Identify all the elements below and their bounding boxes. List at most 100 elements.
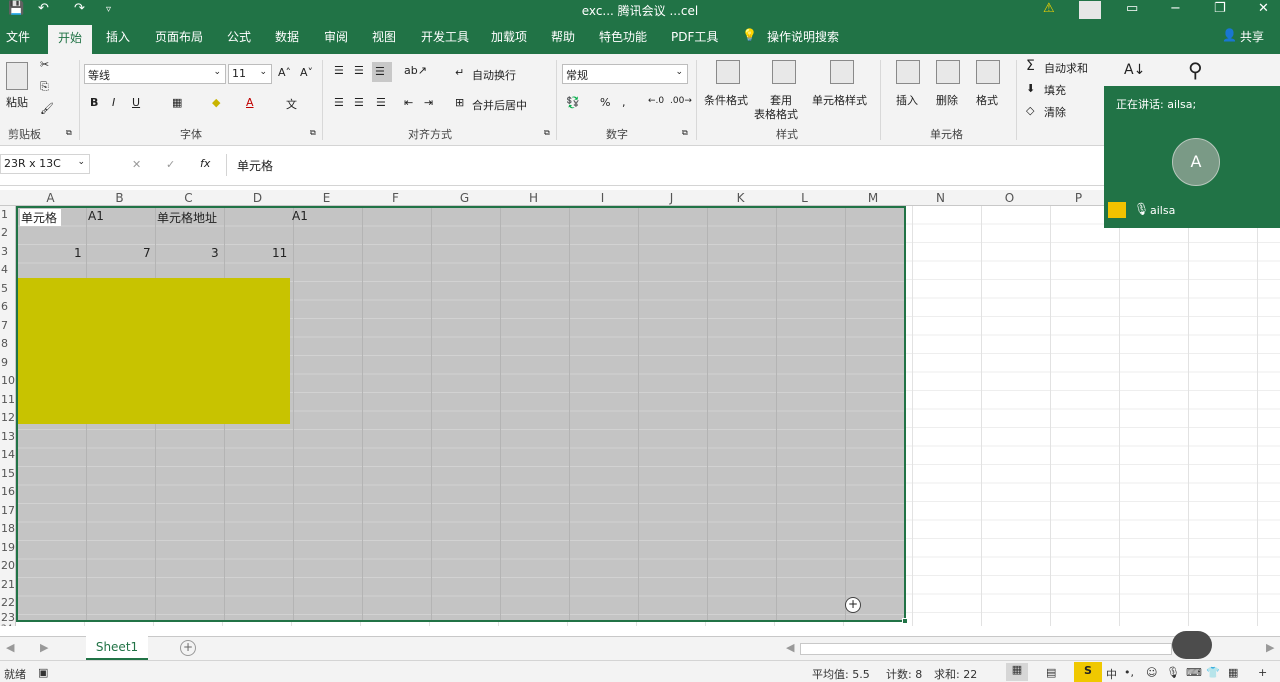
- bold-icon[interactable]: B: [90, 96, 98, 109]
- fill-button[interactable]: 填充: [1044, 82, 1066, 98]
- tab-help[interactable]: 帮助: [551, 28, 575, 45]
- merge-center-button[interactable]: 合并后居中: [472, 97, 527, 113]
- horizontal-scrollbar[interactable]: [800, 643, 1172, 655]
- tab-file[interactable]: 文件: [6, 28, 30, 45]
- font-launcher-icon[interactable]: ⧉: [310, 128, 316, 138]
- clipboard-launcher-icon[interactable]: ⧉: [66, 128, 72, 138]
- tab-insert[interactable]: 插入: [106, 28, 130, 45]
- align-top-icon[interactable]: ☰: [334, 64, 344, 77]
- underline-icon[interactable]: U: [132, 96, 140, 109]
- row-header[interactable]: 10: [0, 374, 15, 387]
- page-layout-view-icon[interactable]: ▤: [1046, 666, 1056, 679]
- insert-function-icon[interactable]: fx: [200, 157, 210, 170]
- find-select-icon[interactable]: ⚲: [1188, 58, 1203, 82]
- cut-icon[interactable]: ✂: [40, 58, 49, 71]
- column-header[interactable]: K: [706, 191, 775, 205]
- row-header[interactable]: 5: [0, 282, 15, 295]
- percent-icon[interactable]: %: [600, 96, 610, 109]
- alignment-launcher-icon[interactable]: ⧉: [544, 128, 550, 138]
- cell-c3[interactable]: 3: [211, 246, 219, 260]
- copy-icon[interactable]: ⎘: [40, 80, 49, 94]
- tab-view[interactable]: 视图: [372, 28, 396, 45]
- ime-punct-icon[interactable]: •,: [1124, 666, 1134, 679]
- fill-icon[interactable]: ⬇: [1026, 82, 1035, 95]
- tab-page-layout[interactable]: 页面布局: [155, 28, 203, 45]
- tab-pdf-tools[interactable]: PDF工具: [671, 28, 718, 45]
- minimize-icon[interactable]: −: [1170, 1, 1181, 16]
- column-header[interactable]: G: [430, 191, 499, 205]
- share-button[interactable]: 共享: [1240, 28, 1264, 45]
- number-format-select[interactable]: 常规 ⌄: [562, 64, 688, 84]
- tab-review[interactable]: 审阅: [324, 28, 348, 45]
- font-size-select[interactable]: 11 ⌄: [228, 64, 272, 84]
- row-header[interactable]: 20: [0, 559, 15, 572]
- cell-a3[interactable]: 1: [74, 246, 82, 260]
- ime-emoji-icon[interactable]: ☺: [1146, 666, 1157, 679]
- column-header[interactable]: N: [906, 191, 975, 205]
- cancel-icon[interactable]: ✕: [132, 158, 141, 171]
- row-header[interactable]: 12: [0, 411, 15, 424]
- cell-d3[interactable]: 11: [272, 246, 287, 260]
- wrap-text-button[interactable]: 自动换行: [472, 67, 516, 83]
- warning-icon[interactable]: ⚠: [1043, 1, 1055, 16]
- macro-record-icon[interactable]: ▣: [38, 666, 48, 679]
- cell-styles-button[interactable]: 单元格样式: [812, 92, 867, 108]
- hscroll-right-icon[interactable]: ▶: [1266, 641, 1274, 654]
- decrease-decimal-icon[interactable]: .00→: [670, 96, 692, 106]
- cell-c1[interactable]: 单元格地址: [157, 209, 217, 226]
- row-header[interactable]: 18: [0, 522, 15, 535]
- align-middle-icon[interactable]: ☰: [354, 64, 364, 77]
- add-sheet-icon[interactable]: +: [180, 640, 196, 656]
- enter-icon[interactable]: ✓: [166, 158, 175, 171]
- ime-toolbox-icon[interactable]: ▦: [1228, 666, 1238, 679]
- column-header[interactable]: H: [499, 191, 568, 205]
- row-header[interactable]: 2: [0, 226, 15, 239]
- column-header[interactable]: I: [568, 191, 637, 205]
- column-header[interactable]: L: [775, 191, 834, 205]
- conditional-format-button[interactable]: 条件格式: [704, 92, 748, 108]
- row-header[interactable]: 1: [0, 208, 15, 221]
- wrap-text-icon[interactable]: ↵: [455, 66, 464, 79]
- name-box[interactable]: 23R x 13C ⌄: [0, 154, 90, 174]
- clear-button[interactable]: 清除: [1044, 104, 1066, 120]
- tab-developer[interactable]: 开发工具: [421, 28, 469, 45]
- borders-icon[interactable]: ▦: [172, 96, 182, 109]
- row-header[interactable]: 23: [0, 611, 15, 624]
- clear-icon[interactable]: ◇: [1026, 104, 1034, 117]
- font-color-icon[interactable]: A: [246, 96, 254, 109]
- row-header[interactable]: 22: [0, 596, 15, 609]
- ime-keyboard-icon[interactable]: ⌨: [1186, 666, 1202, 679]
- ime-chinese-icon[interactable]: 中: [1106, 666, 1117, 682]
- restore-icon[interactable]: ❐: [1214, 1, 1226, 16]
- column-header[interactable]: F: [361, 191, 430, 205]
- column-header[interactable]: E: [292, 191, 361, 205]
- decrease-indent-icon[interactable]: ⇤: [404, 96, 413, 109]
- zoom-in-icon[interactable]: +: [1258, 666, 1267, 679]
- row-header[interactable]: 9: [0, 356, 15, 369]
- account-avatar[interactable]: [1079, 1, 1101, 19]
- ribbon-options-icon[interactable]: ▭: [1126, 1, 1138, 16]
- row-header[interactable]: 19: [0, 541, 15, 554]
- microphone-icon[interactable]: 🎙: [1134, 202, 1149, 216]
- close-icon[interactable]: ✕: [1258, 1, 1269, 16]
- align-left-icon[interactable]: ☰: [334, 96, 344, 109]
- tab-formulas[interactable]: 公式: [227, 28, 251, 45]
- format-painter-icon[interactable]: 🖌: [40, 102, 54, 115]
- increase-indent-icon[interactable]: ⇥: [424, 96, 433, 109]
- row-header[interactable]: 15: [0, 467, 15, 480]
- row-header[interactable]: 3: [0, 245, 15, 258]
- row-header[interactable]: 7: [0, 319, 15, 332]
- format-as-table-line2[interactable]: 表格格式: [754, 106, 798, 122]
- sort-filter-icon[interactable]: A↓: [1124, 62, 1145, 78]
- paste-icon[interactable]: [6, 62, 28, 90]
- column-header[interactable]: M: [840, 191, 906, 205]
- share-icon[interactable]: 👤: [1222, 28, 1237, 42]
- ime-voice-icon[interactable]: 🎙: [1166, 666, 1180, 679]
- cell-b3[interactable]: 7: [143, 246, 151, 260]
- sheet-tab-sheet1[interactable]: Sheet1: [86, 636, 148, 660]
- fill-color-icon[interactable]: ◆: [212, 96, 220, 109]
- insert-cells-button[interactable]: 插入: [896, 92, 918, 108]
- column-header[interactable]: C: [154, 191, 223, 205]
- cell-b1[interactable]: A1: [88, 209, 104, 223]
- cell-e1[interactable]: A1: [292, 209, 308, 223]
